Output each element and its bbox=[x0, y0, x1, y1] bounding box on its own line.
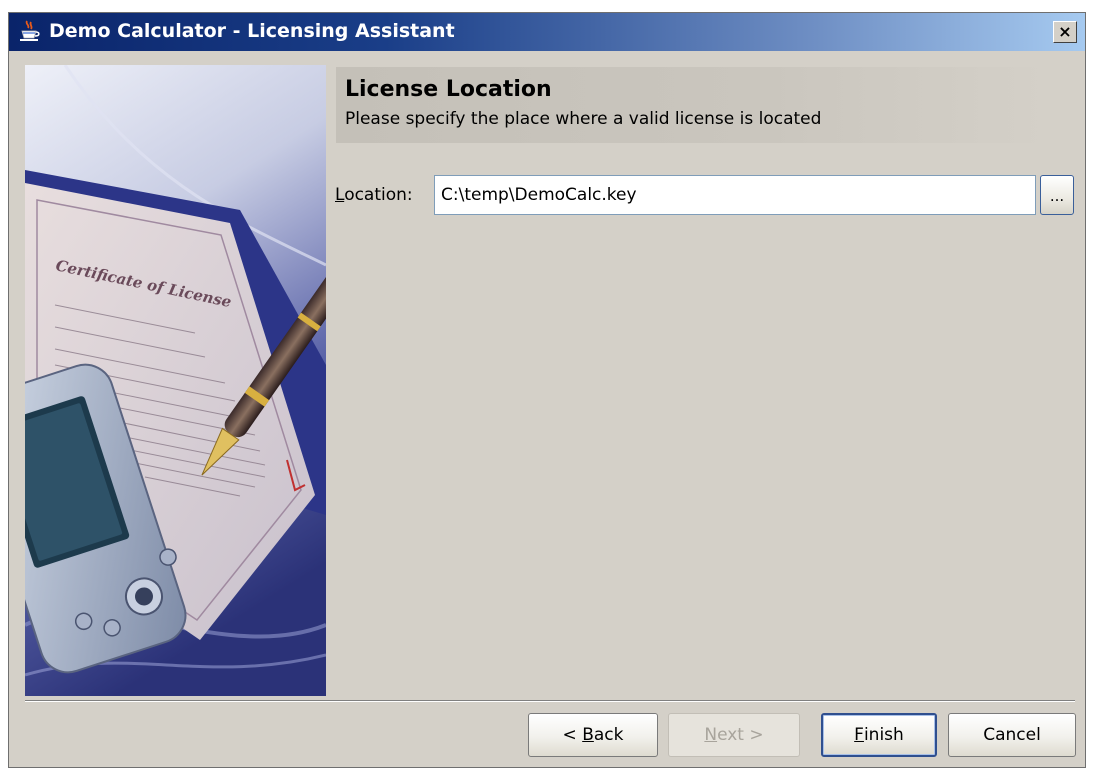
finish-text: inish bbox=[863, 725, 904, 745]
button-separator bbox=[25, 700, 1075, 702]
browse-button[interactable]: ... bbox=[1040, 175, 1074, 215]
certificate-illustration: Certificate of License bbox=[25, 65, 326, 696]
back-button[interactable]: < Back bbox=[528, 713, 658, 757]
ellipsis-icon: ... bbox=[1049, 187, 1065, 205]
licensing-assistant-window: Demo Calculator - Licensing Assistant × bbox=[8, 12, 1086, 768]
next-text: ext > bbox=[717, 725, 764, 745]
location-input[interactable] bbox=[434, 175, 1036, 215]
title-bar[interactable]: Demo Calculator - Licensing Assistant × bbox=[9, 13, 1085, 51]
finish-mnemonic: F bbox=[854, 725, 864, 745]
back-mnemonic: B bbox=[582, 725, 594, 745]
java-cup-icon bbox=[17, 19, 43, 45]
wizard-header: License Location Please specify the plac… bbox=[336, 67, 1051, 143]
back-prefix: < bbox=[562, 725, 583, 745]
finish-button[interactable]: Finish bbox=[821, 713, 937, 757]
next-button[interactable]: Next > bbox=[668, 713, 800, 757]
next-mnemonic: N bbox=[704, 725, 718, 745]
back-text: ack bbox=[593, 725, 624, 745]
location-label-mnemonic: L bbox=[335, 185, 345, 205]
window-title: Demo Calculator - Licensing Assistant bbox=[49, 20, 455, 42]
location-label-text: ocation: bbox=[344, 185, 413, 205]
cancel-button[interactable]: Cancel bbox=[948, 713, 1076, 757]
page-subtitle: Please specify the place where a valid l… bbox=[345, 109, 822, 129]
page-title: License Location bbox=[345, 77, 552, 102]
location-label: Location: bbox=[335, 185, 413, 205]
close-icon[interactable]: × bbox=[1053, 21, 1077, 43]
